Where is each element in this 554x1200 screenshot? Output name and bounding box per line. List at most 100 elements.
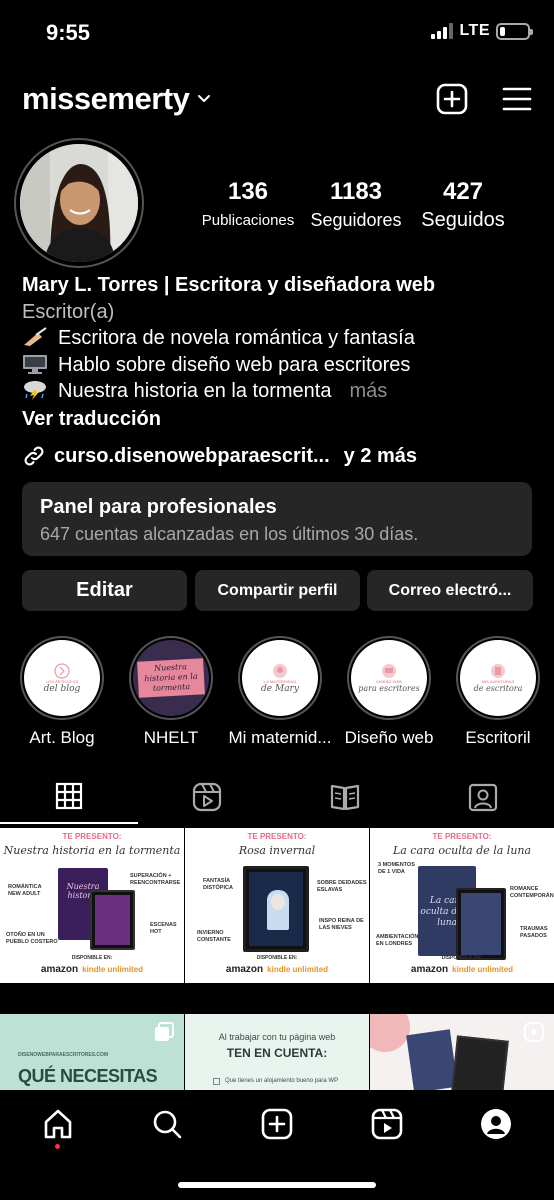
store-logos: amazon kindle unlimited (410, 964, 514, 975)
post-site: DISENOWEBPARAESCRITORES.COM (18, 1052, 109, 1058)
stat-posts[interactable]: 136 Publicaciones (200, 178, 296, 229)
highlight-ring: Nuestra historia en la tormenta (129, 636, 213, 720)
post-available: DISPONIBLE EN: (256, 955, 298, 961)
battery-icon (496, 22, 533, 40)
thunder-cloud-icon (24, 381, 46, 400)
post-presents: TE PRESENTO: (62, 832, 122, 841)
menu-icon[interactable] (502, 86, 532, 112)
nav-home[interactable] (38, 1104, 78, 1144)
stat-value: 1183 (329, 178, 383, 205)
highlight-cover: DISEÑO WEB para escritores (351, 640, 427, 716)
stat-value: 427 (442, 178, 484, 205)
highlight-diseno-web[interactable]: DISEÑO WEB para escritores Diseño web (334, 636, 444, 748)
post-tag: INVIERNO CONSTANTE (197, 930, 231, 943)
highlight-label: Art. Blog (29, 728, 95, 747)
edit-profile-button[interactable]: Editar (22, 570, 187, 611)
post-headline: QUÉ NECESITAS (18, 1066, 158, 1086)
guides-icon (330, 784, 360, 811)
notification-dot (55, 1144, 60, 1149)
nav-profile[interactable] (476, 1104, 516, 1144)
signal-icon (431, 23, 454, 39)
ereader (456, 888, 506, 960)
more-link[interactable]: más (349, 380, 387, 402)
status-indicators: LTE (431, 22, 533, 40)
highlight-ring: LOS ARTÍCULOS del blog (20, 636, 104, 720)
highlight-maternidad[interactable]: LA MATERNIDAD de Mary Mi maternid... (225, 636, 335, 748)
book-icon (491, 664, 505, 678)
tab-tagged[interactable] (414, 770, 552, 824)
highlight-cover: MIS AVENTURAS de escritora (460, 640, 536, 716)
highlight-cover-text: para escritores (358, 684, 420, 693)
desktop-computer-icon (23, 354, 47, 374)
highlight-cover-text: del blog (43, 683, 81, 694)
highlight-art-blog[interactable]: LOS ARTÍCULOS del blog Art. Blog (7, 636, 117, 748)
chevron-down-icon[interactable] (197, 92, 211, 106)
tab-reels[interactable] (138, 770, 276, 824)
post-tile[interactable] (370, 1014, 554, 1090)
highlight-cover-text: Nuestra historia en la tormenta (144, 662, 198, 693)
post-tile[interactable]: TE PRESENTO: Rosa invernal FANTASÍA DIST… (185, 828, 369, 983)
nav-create[interactable] (257, 1104, 297, 1144)
post-tag: ROMÁNTICA NEW ADULT (8, 884, 42, 897)
bio-line: Escritora de novela romántica y fantasía (22, 325, 542, 352)
professional-dashboard[interactable]: Panel para profesionales 647 cuentas alc… (22, 482, 532, 556)
stat-label: Seguidos (421, 209, 505, 231)
post-tile[interactable]: DISENOWEBPARAESCRITORES.COM QUÉ NECESITA… (0, 1014, 184, 1090)
tab-grid[interactable] (0, 770, 138, 824)
dashboard-subtitle: 647 cuentas alcanzadas en los últimos 30… (40, 524, 419, 544)
username[interactable]: missemerty (22, 81, 190, 117)
highlight-cover-text: de escritora (473, 684, 523, 693)
reels-icon (192, 782, 222, 812)
post-presents: TE PRESENTO: (247, 832, 307, 841)
email-button[interactable]: Correo electró... (367, 570, 533, 611)
highlight-label: Mi maternid... (228, 728, 332, 747)
status-bar: 9:55 LTE (0, 0, 554, 66)
post-tag: ESCENAS HOT (150, 922, 177, 935)
bio-line: Hablo sobre diseño web para escritores (22, 352, 542, 379)
post-tag: INSPO REINA DE LAS NIEVES (319, 918, 364, 931)
post-tag: ROMANCE CONTEMPORÁNEO (510, 886, 554, 899)
highlight-escritoril[interactable]: MIS AVENTURAS de escritora Escritoril (443, 636, 553, 748)
dashboard-title: Panel para profesionales (40, 496, 277, 518)
highlight-ring: MIS AVENTURAS de escritora (456, 636, 540, 720)
home-icon (44, 1109, 72, 1139)
post-tag: AMBIENTACIÓN EN LONDRES (376, 934, 419, 947)
post-tile[interactable]: TE PRESENTO: Nuestra historia en la torm… (0, 828, 184, 983)
reels-nav-icon (371, 1108, 403, 1140)
highlight-label: Escritoril (465, 728, 531, 747)
share-profile-button[interactable]: Compartir perfil (195, 570, 360, 611)
post-available: DISPONIBLE EN: (71, 955, 113, 961)
nav-search[interactable] (147, 1104, 187, 1144)
tab-guides[interactable] (276, 770, 414, 824)
bio-text: Hablo sobre diseño web para escritores (58, 353, 411, 376)
store-logos: amazon kindle unlimited (40, 964, 144, 975)
highlight-cover-text: de Mary (261, 683, 299, 694)
see-translation-link[interactable]: Ver traducción (22, 406, 542, 433)
highlight-nhelt[interactable]: Nuestra historia en la tormenta NHELT (116, 636, 226, 748)
stat-label: Seguidores (310, 210, 402, 230)
more-links[interactable]: y 2 más (344, 445, 417, 468)
status-time: 9:55 (46, 20, 91, 45)
checkbox-icon (213, 1078, 220, 1085)
post-title: Nuestra historia en la tormenta (3, 844, 181, 857)
avatar[interactable] (20, 144, 138, 262)
create-icon (261, 1108, 293, 1140)
highlight-ring: DISEÑO WEB para escritores (347, 636, 431, 720)
highlight-cover: LA MATERNIDAD de Mary (242, 640, 318, 716)
story-highlights: LOS ARTÍCULOS del blog Art. Blog Nuestra… (0, 636, 554, 748)
nav-reels[interactable] (367, 1104, 407, 1144)
profile-bio: Mary L. Torres | Escritora y diseñadora … (22, 272, 542, 432)
stat-followers[interactable]: 1183 Seguidores (308, 178, 404, 231)
post-tag: SOBRE DEIDADES ESLAVAS (317, 880, 367, 893)
post-tile[interactable]: Al trabajar con tu página web TEN EN CUE… (185, 1014, 369, 1090)
bio-links[interactable]: curso.disenowebparaescrit... y 2 más (22, 444, 417, 468)
tagged-icon (468, 783, 498, 812)
highlight-ring: LA MATERNIDAD de Mary (238, 636, 322, 720)
avatar-ring[interactable] (14, 138, 144, 268)
content-tabs (0, 770, 554, 826)
ereader (451, 1035, 509, 1090)
website-link[interactable]: curso.disenowebparaescrit... (54, 445, 330, 468)
stat-following[interactable]: 427 Seguidos (416, 178, 510, 232)
post-tile[interactable]: TE PRESENTO: La cara oculta de la luna L… (370, 828, 554, 983)
new-post-icon[interactable] (436, 83, 468, 115)
